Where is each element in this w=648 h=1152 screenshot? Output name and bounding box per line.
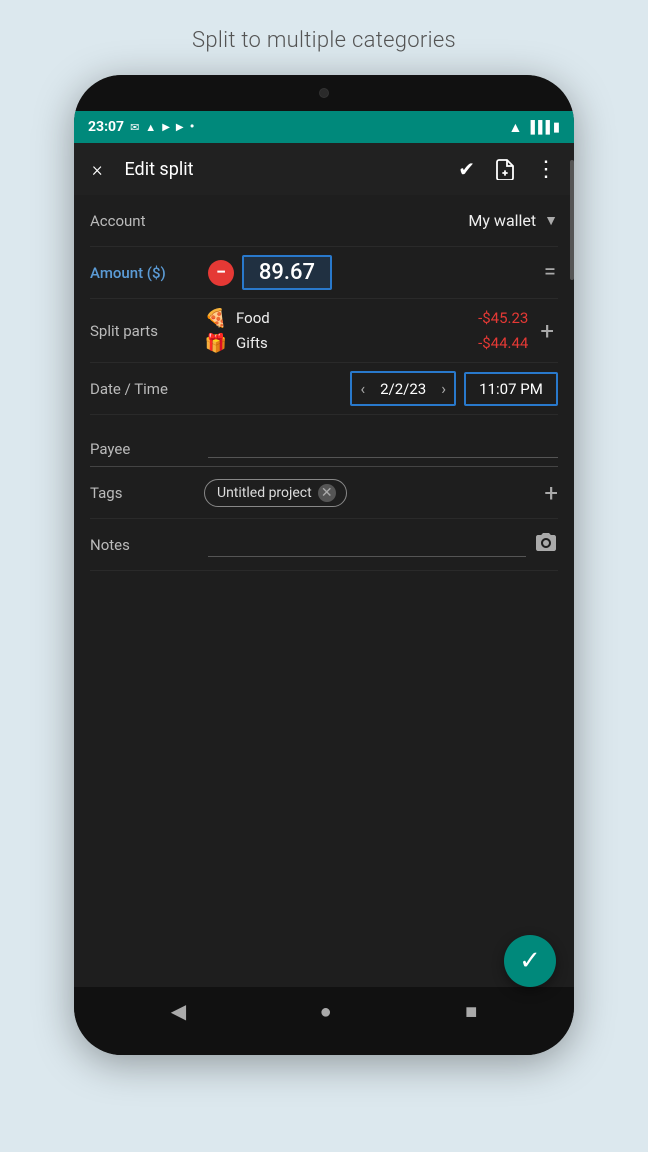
scroll-indicator [570,195,574,280]
account-value: My wallet [468,211,536,230]
home-nav-button[interactable]: ● [312,991,340,1032]
datetime-row: Date / Time ‹ 2/2/23 › 11:07 PM [90,363,558,415]
date-next-button[interactable]: › [433,373,454,404]
dot-icon: • [190,119,195,135]
check-icon: ✓ [519,946,541,976]
content-area: Account My wallet ▼ Amount ($) − 89.67 =… [74,195,574,987]
account-row: Account My wallet ▼ [90,195,558,247]
toggle-negative-button[interactable]: − [208,260,234,286]
check-button[interactable]: ✔ [454,153,479,185]
notes-label: Notes [90,536,200,554]
tags-label: Tags [90,484,200,502]
email-icon: ✉ [130,121,139,134]
food-amount: -$45.23 [478,309,528,327]
split-items: 🍕 Food -$45.23 🎁 Gifts -$44.44 [204,308,528,354]
alert-icon: ▲ [145,121,156,134]
youtube-icon: ▶ [162,122,170,133]
food-icon: 🍕 [204,308,228,329]
account-value-container[interactable]: My wallet ▼ [200,211,558,230]
gifts-category: Gifts [236,334,470,352]
recent-nav-button[interactable]: ■ [457,991,485,1032]
camera-icon[interactable] [534,531,558,559]
phone-top [74,75,574,111]
back-nav-button[interactable]: ◀ [163,991,194,1031]
page-title: Split to multiple categories [192,28,456,53]
split-item-food[interactable]: 🍕 Food -$45.23 [204,308,528,329]
amount-label: Amount ($) [90,264,200,282]
signal-icon: ▐▐▐ [526,120,549,134]
account-dropdown-icon: ▼ [544,212,558,229]
status-bar: 23:07 ✉ ▲ ▶ ▶ • ▲ ▐▐▐ ▮ [74,111,574,143]
screen-title: Edit split [124,159,442,180]
status-time: 23:07 [88,119,124,135]
time-picker[interactable]: 11:07 PM [464,372,558,406]
food-category: Food [236,309,470,327]
battery-icon: ▮ [553,120,560,135]
more-button[interactable]: ⋮ [531,153,560,186]
tag-name: Untitled project [217,485,312,501]
add-split-button[interactable]: + [528,313,558,349]
gift-icon: 🎁 [204,333,228,354]
amount-row: Amount ($) − 89.67 = [90,247,558,299]
time-value[interactable]: 11:07 PM [466,374,556,404]
confirm-fab-button[interactable]: ✓ [504,935,556,987]
amount-input[interactable]: 89.67 [242,255,332,290]
wifi-icon: ▲ [508,119,522,136]
form: Account My wallet ▼ Amount ($) − 89.67 =… [74,195,574,571]
tags-row: Tags Untitled project ✕ + [90,467,558,519]
payee-input[interactable] [208,434,558,458]
payee-label: Payee [90,440,200,458]
gifts-amount: -$44.44 [478,334,528,352]
datetime-label: Date / Time [90,380,200,398]
notes-row: Notes [90,519,558,571]
close-button[interactable]: × [88,153,106,185]
tag-chip[interactable]: Untitled project ✕ [204,479,347,507]
top-bar: × Edit split ✔ ⋮ [74,143,574,195]
date-value[interactable]: 2/2/23 [373,374,433,404]
add-doc-button[interactable] [491,154,519,184]
date-picker[interactable]: ‹ 2/2/23 › [350,371,456,406]
split-label: Split parts [90,322,200,340]
split-item-gifts[interactable]: 🎁 Gifts -$44.44 [204,333,528,354]
phone-frame: 23:07 ✉ ▲ ▶ ▶ • ▲ ▐▐▐ ▮ × Edit split ✔ ⋮ [74,75,574,1055]
add-tag-button[interactable]: + [544,479,558,507]
date-prev-button[interactable]: ‹ [352,373,373,404]
split-row: Split parts 🍕 Food -$45.23 🎁 Gifts -$44.… [90,299,558,363]
camera [319,88,329,98]
notes-input[interactable] [208,533,526,557]
phone-bottom [74,1035,574,1055]
equals-icon: = [544,260,558,285]
tag-remove-button[interactable]: ✕ [318,484,336,502]
payee-row: Payee [90,415,558,467]
bottom-nav: ◀ ● ■ [74,987,574,1035]
account-label: Account [90,212,200,230]
youtube2-icon: ▶ [176,122,184,133]
